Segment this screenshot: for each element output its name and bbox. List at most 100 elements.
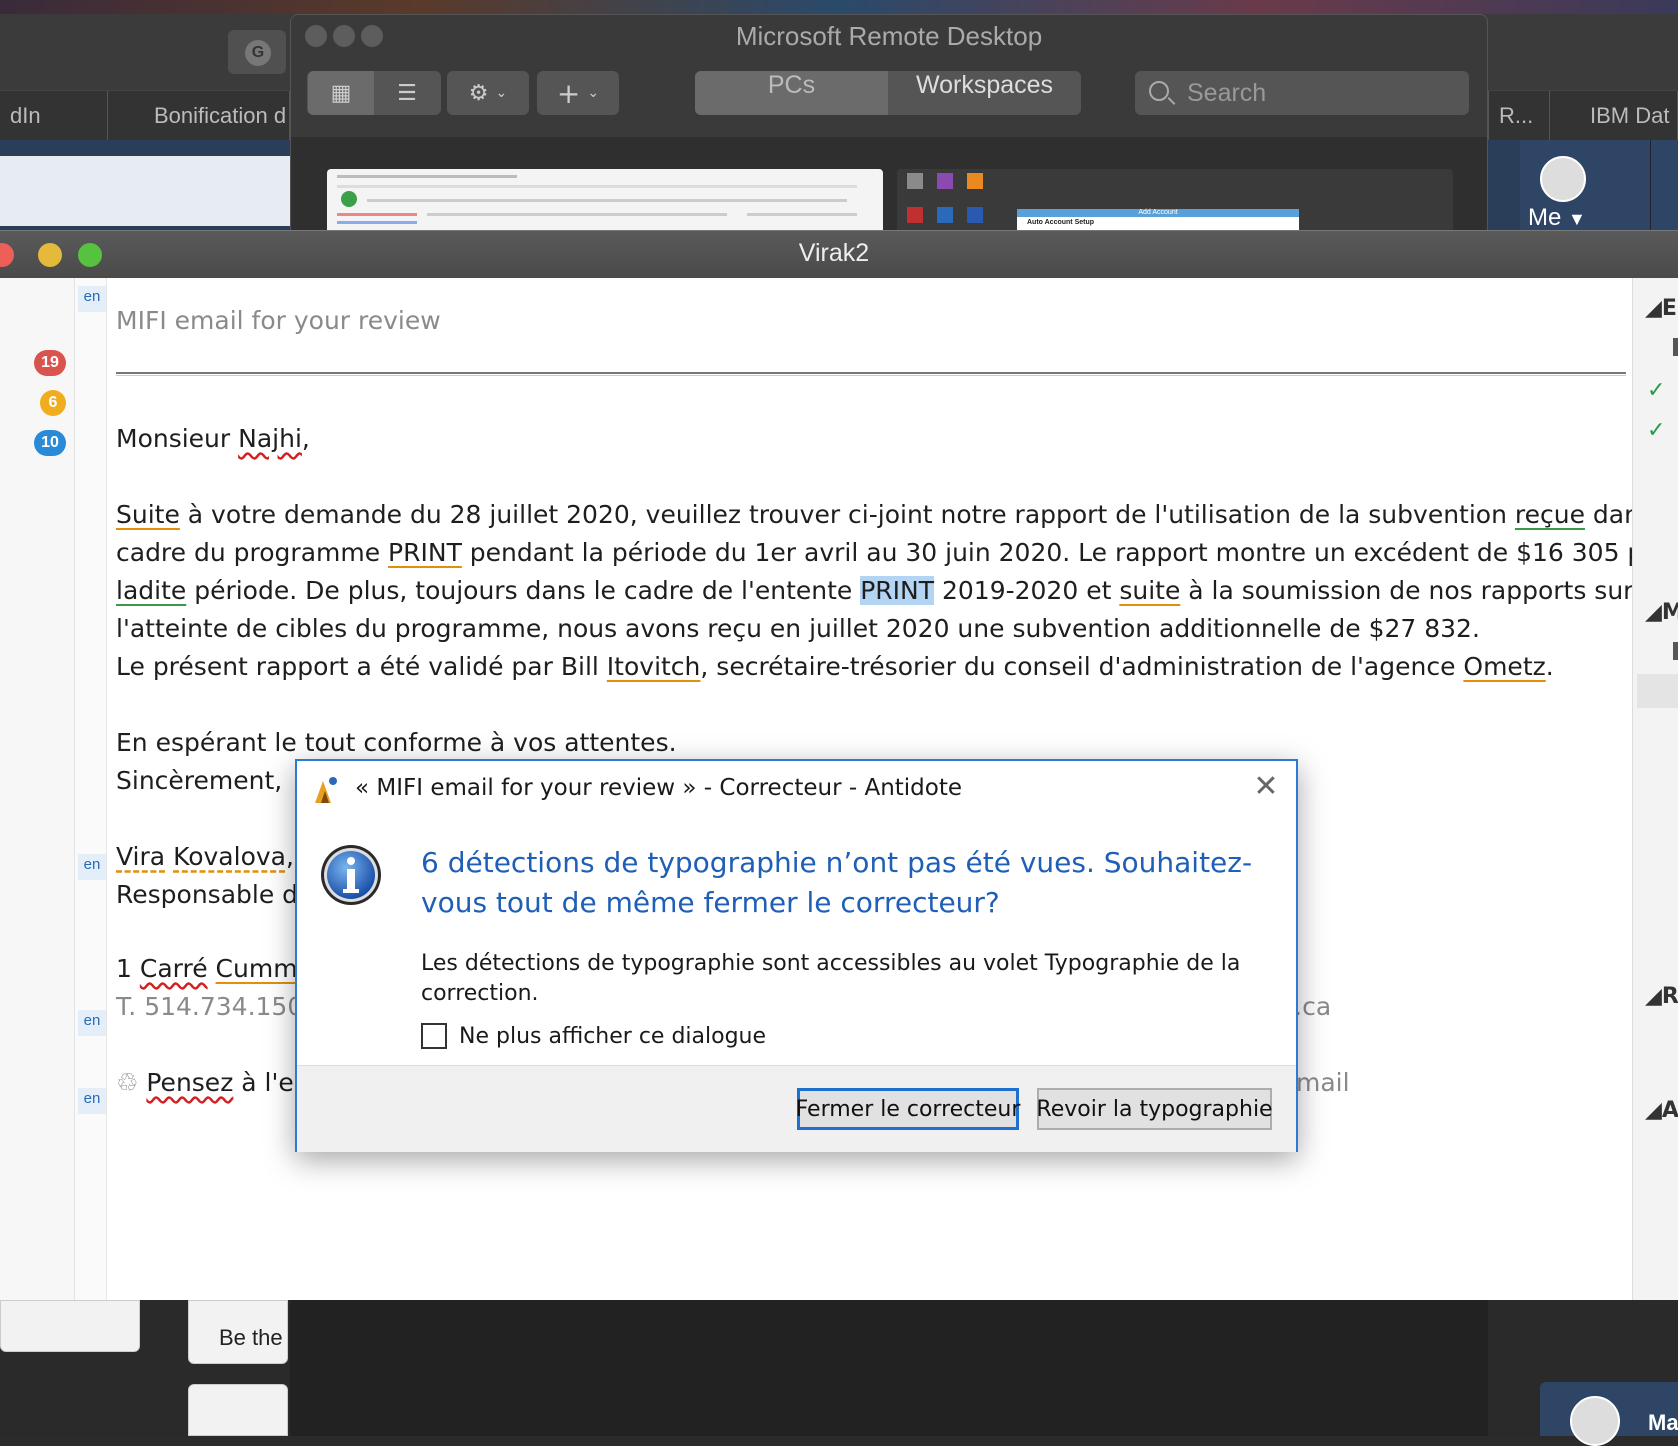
- virak2-titlebar: Virak2: [0, 230, 1678, 278]
- dont-show-again-checkbox[interactable]: [421, 1023, 447, 1049]
- warning-count-badge[interactable]: 6: [40, 390, 66, 416]
- signature-role: Responsable de: [116, 880, 314, 909]
- text-span: Le présent rapport a été validé par Bill: [116, 652, 607, 681]
- dialog-message: Les détections de typographie sont acces…: [421, 951, 1241, 1006]
- chevron-down-icon: ⌄: [587, 85, 600, 101]
- background-page-area: [0, 156, 290, 226]
- pc-thumbnail[interactable]: Add Account Auto Account Setup: [897, 169, 1453, 233]
- panel-selected-row[interactable]: [1637, 674, 1678, 708]
- closing-line: En espérant le tout conforme à vos atten…: [116, 728, 677, 757]
- background-header-edge: [1650, 140, 1678, 234]
- text-span: .: [1545, 652, 1554, 681]
- separator-line: [116, 372, 1626, 376]
- panel-item-marker: [1673, 338, 1678, 356]
- check-icon: ✓: [1647, 378, 1666, 403]
- detection-word[interactable]: ladite: [116, 576, 186, 605]
- chevron-down-icon: ▼: [1568, 209, 1586, 229]
- close-corrector-button[interactable]: Fermer le correcteur: [796, 1088, 1020, 1130]
- detection-word[interactable]: reçue: [1515, 500, 1585, 529]
- language-column: [75, 278, 107, 1300]
- dialog-title: « MIFI email for your review » - Correct…: [355, 775, 963, 801]
- list-view-icon[interactable]: ☰: [374, 71, 440, 115]
- search-placeholder: Search: [1187, 79, 1267, 107]
- greeting-suffix: ,: [301, 424, 310, 453]
- review-typography-button[interactable]: Revoir la typographie: [1036, 1088, 1273, 1130]
- tab-workspaces[interactable]: Workspaces: [888, 71, 1081, 115]
- info-icon: [321, 845, 381, 905]
- antidote-app-icon: [315, 777, 337, 803]
- email-subject: MIFI email for your review: [116, 306, 441, 335]
- detection-word[interactable]: Kovalova: [173, 842, 286, 871]
- browser-tab[interactable]: Bonification d: [144, 91, 290, 141]
- text-span: pendant la période du 1er avril au 30 ju…: [461, 538, 1678, 567]
- remote-desktop-window-bottom: [290, 1300, 1488, 1436]
- search-icon: [1149, 81, 1169, 101]
- grammarly-icon: G: [245, 40, 271, 66]
- error-count-badge[interactable]: 19: [34, 350, 66, 376]
- paragraph-line: Suite à votre demande du 28 juillet 2020…: [116, 500, 1678, 529]
- text-span: 2019-2020 et: [934, 576, 1120, 605]
- detection-word[interactable]: Carré: [140, 954, 208, 983]
- dialog-footer: Fermer le correcteur Revoir la typograph…: [297, 1065, 1296, 1152]
- grid-view-icon[interactable]: ▦: [308, 71, 374, 115]
- avatar: [1540, 156, 1586, 202]
- close-icon[interactable]: ✕: [1250, 771, 1282, 803]
- me-profile-menu[interactable]: Me ▼: [1520, 140, 1650, 234]
- browser-tab[interactable]: R...: [1488, 91, 1550, 141]
- detection-word[interactable]: Ometz: [1463, 652, 1545, 681]
- dont-show-again-label: Ne plus afficher ce dialogue: [459, 1023, 767, 1049]
- antidote-confirm-dialog: « MIFI email for your review » - Correct…: [295, 759, 1298, 1152]
- add-menu-button[interactable]: + ⌄: [537, 71, 619, 115]
- recycle-icon: ♲: [116, 1068, 139, 1097]
- search-input[interactable]: Search: [1135, 71, 1469, 115]
- detection-word[interactable]: Suite: [116, 500, 180, 529]
- detection-side-panel: ◢E ✓ ✓ ◢M ◢R ◢A: [1632, 278, 1678, 1300]
- selected-detection-word[interactable]: PRINT: [860, 576, 935, 605]
- settings-menu-button[interactable]: ⚙ ⌄: [447, 71, 529, 115]
- dialog-titlebar: « MIFI email for your review » - Correct…: [297, 761, 1296, 817]
- language-tag: en: [78, 854, 106, 880]
- panel-section-toggle[interactable]: ◢E: [1645, 296, 1677, 321]
- footer-line-tail: mail: [1296, 1068, 1350, 1097]
- background-card: Be the: [188, 1300, 288, 1364]
- check-icon: ✓: [1647, 418, 1666, 443]
- detection-word[interactable]: Najhi: [238, 424, 302, 453]
- browser-tab[interactable]: dIn: [0, 91, 108, 141]
- grammarly-extension-button[interactable]: G: [228, 30, 286, 74]
- address-line: 1 Carré Cummin: [116, 954, 320, 983]
- paragraph-line: Le présent rapport a été validé par Bill…: [116, 652, 1554, 681]
- language-tag: en: [78, 1010, 106, 1036]
- panel-section-toggle[interactable]: ◢A: [1645, 1098, 1678, 1123]
- background-card: [188, 1384, 288, 1436]
- view-toggle: ▦ ☰: [307, 71, 441, 115]
- detection-word[interactable]: suite: [1119, 576, 1180, 605]
- dont-show-again-option[interactable]: Ne plus afficher ce dialogue: [421, 1021, 766, 1051]
- thumbnail-dialog-title: Add Account: [1138, 209, 1178, 216]
- detection-word[interactable]: Vira: [116, 842, 165, 871]
- text-span: à la soumission de nos rapports sur: [1180, 576, 1634, 605]
- text-span: à votre demande du 28 juillet 2020, veui…: [179, 500, 1515, 529]
- detection-word[interactable]: Pensez: [146, 1068, 233, 1097]
- text-span: période. De plus, toujours dans le cadre…: [186, 576, 861, 605]
- pc-thumbnail[interactable]: [327, 169, 883, 233]
- detection-word[interactable]: Itovitch: [607, 652, 701, 681]
- messaging-label: Ma: [1648, 1410, 1678, 1435]
- pcs-workspaces-segmented-control: PCs Workspaces: [695, 71, 1081, 115]
- footer-line: ♲ Pensez à l'en: [116, 1068, 310, 1097]
- tab-pcs[interactable]: PCs: [695, 71, 888, 115]
- messaging-bar[interactable]: Ma: [1540, 1382, 1678, 1446]
- panel-section-toggle[interactable]: ◢R: [1645, 984, 1678, 1009]
- panel-section-toggle[interactable]: ◢M: [1645, 600, 1678, 625]
- language-tag: en: [78, 1088, 106, 1114]
- typography-count-badge[interactable]: 10: [34, 430, 66, 456]
- gear-icon: ⚙: [468, 80, 489, 106]
- phone-line: T. 514.734.1508: [116, 992, 320, 1021]
- text-span: , secrétaire-trésorier du conseil d'admi…: [700, 652, 1464, 681]
- browser-tab[interactable]: IBM Dat: [1580, 91, 1678, 141]
- window-title: Virak2: [798, 239, 870, 267]
- detection-word[interactable]: PRINT: [388, 538, 462, 567]
- avatar: [1570, 1396, 1620, 1446]
- panel-item-marker: [1673, 642, 1678, 660]
- signature-line: Vira Kovalova, I: [116, 842, 309, 871]
- closing-line: Sincèrement,: [116, 766, 283, 795]
